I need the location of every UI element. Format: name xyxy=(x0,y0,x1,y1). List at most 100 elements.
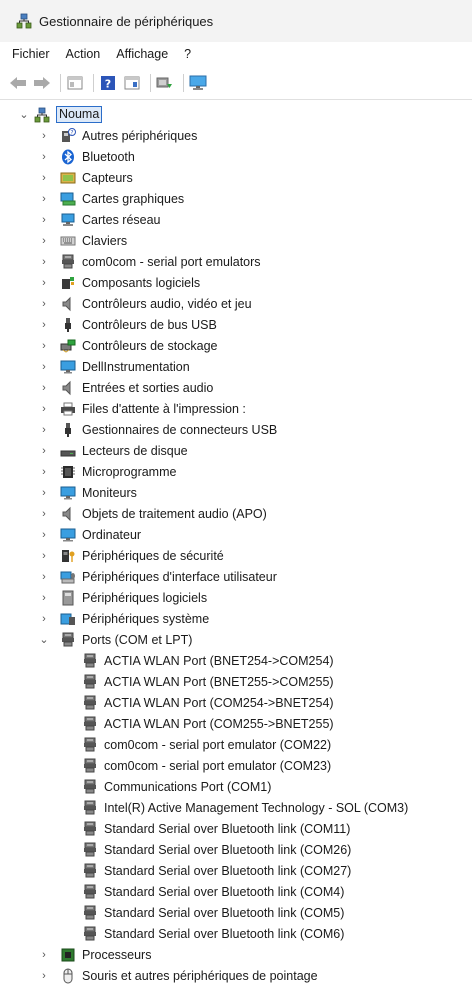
tree-category[interactable]: ⌄ Ports (COM et LPT) xyxy=(0,629,472,650)
tree-category[interactable]: › Objets de traitement audio (APO) xyxy=(0,503,472,524)
menu-action[interactable]: Action xyxy=(60,45,107,63)
disk-icon xyxy=(60,443,76,459)
tree-device-label: Standard Serial over Bluetooth link (COM… xyxy=(104,821,351,836)
back-icon[interactable] xyxy=(8,73,28,93)
tree-category[interactable]: › Cartes réseau xyxy=(0,209,472,230)
tree-category-label: Capteurs xyxy=(82,170,133,185)
tree-category[interactable]: › Périphériques de sécurité xyxy=(0,545,472,566)
chevron-right-icon[interactable]: › xyxy=(38,256,50,268)
tree-device[interactable]: ACTIA WLAN Port (BNET255->COM255) xyxy=(0,671,472,692)
scan-hardware-icon[interactable] xyxy=(188,73,208,93)
tree-device[interactable]: Standard Serial over Bluetooth link (COM… xyxy=(0,839,472,860)
tree-category[interactable]: › Bluetooth xyxy=(0,146,472,167)
tree-category[interactable]: › com0com - serial port emulators xyxy=(0,251,472,272)
tree-category[interactable]: › Moniteurs xyxy=(0,482,472,503)
tree-device-label: ACTIA WLAN Port (COM255->BNET255) xyxy=(104,716,334,731)
tree-category[interactable]: › Files d'attente à l'impression : xyxy=(0,398,472,419)
chevron-right-icon[interactable]: › xyxy=(38,571,50,583)
tree-root[interactable]: ⌄ Nouma xyxy=(0,104,472,125)
tree-device-label: Standard Serial over Bluetooth link (COM… xyxy=(104,863,352,878)
chevron-down-icon[interactable]: ⌄ xyxy=(18,109,30,121)
tree-category[interactable]: › Cartes graphiques xyxy=(0,188,472,209)
tree-device[interactable]: Standard Serial over Bluetooth link (COM… xyxy=(0,818,472,839)
chevron-right-icon[interactable]: › xyxy=(38,592,50,604)
chevron-right-icon[interactable]: › xyxy=(38,214,50,226)
chevron-right-icon[interactable]: › xyxy=(38,172,50,184)
chevron-right-icon[interactable]: › xyxy=(38,130,50,142)
chevron-right-icon[interactable]: › xyxy=(38,424,50,436)
tree-device[interactable]: Intel(R) Active Management Technology - … xyxy=(0,797,472,818)
help-icon[interactable]: ? xyxy=(98,73,118,93)
chevron-right-icon[interactable]: › xyxy=(38,529,50,541)
chevron-right-icon[interactable]: › xyxy=(38,235,50,247)
chevron-right-icon[interactable]: › xyxy=(38,970,50,982)
tree-device[interactable]: ACTIA WLAN Port (BNET254->COM254) xyxy=(0,650,472,671)
chevron-down-icon[interactable]: ⌄ xyxy=(38,634,50,646)
tree-category-label: Périphériques d'interface utilisateur xyxy=(82,569,277,584)
device-tree[interactable]: ⌄ Nouma ›? Autres périphériques › Bluetooth… xyxy=(0,104,472,986)
chevron-right-icon[interactable]: › xyxy=(38,382,50,394)
tree-category[interactable]: › Claviers xyxy=(0,230,472,251)
tree-category[interactable]: › Périphériques système xyxy=(0,608,472,629)
chevron-right-icon[interactable]: › xyxy=(38,487,50,499)
computer-icon xyxy=(34,107,50,123)
tree-category[interactable]: › Ordinateur xyxy=(0,524,472,545)
tree-category[interactable]: › Contrôleurs de stockage xyxy=(0,335,472,356)
speaker-icon xyxy=(60,380,76,396)
tree-device-label: Standard Serial over Bluetooth link (COM… xyxy=(104,926,345,941)
tree-device[interactable]: Standard Serial over Bluetooth link (COM… xyxy=(0,860,472,881)
chevron-right-icon[interactable]: › xyxy=(38,340,50,352)
port-icon xyxy=(82,926,98,942)
tree-category-label: Processeurs xyxy=(82,947,152,962)
tree-category[interactable]: › DellInstrumentation xyxy=(0,356,472,377)
tree-device[interactable]: Communications Port (COM1) xyxy=(0,776,472,797)
chevron-right-icon[interactable]: › xyxy=(38,151,50,163)
chevron-right-icon[interactable]: › xyxy=(38,298,50,310)
software-component-icon xyxy=(60,275,76,291)
chevron-right-icon[interactable]: › xyxy=(38,319,50,331)
menu-affichage[interactable]: Affichage xyxy=(110,45,174,63)
chevron-right-icon[interactable]: › xyxy=(38,613,50,625)
port-icon xyxy=(82,863,98,879)
printer-icon xyxy=(60,401,76,417)
tree-category[interactable]: › Souris et autres périphériques de point… xyxy=(0,965,472,986)
port-icon xyxy=(82,779,98,795)
tree-category[interactable]: › Entrées et sorties audio xyxy=(0,377,472,398)
menu-fichier[interactable]: Fichier xyxy=(6,45,56,63)
tree-device[interactable]: Standard Serial over Bluetooth link (COM… xyxy=(0,881,472,902)
tree-category[interactable]: ›? Autres périphériques xyxy=(0,125,472,146)
tree-device[interactable]: ACTIA WLAN Port (COM254->BNET254) xyxy=(0,692,472,713)
menu-help[interactable]: ? xyxy=(178,45,197,63)
chevron-right-icon[interactable]: › xyxy=(38,361,50,373)
properties-icon[interactable] xyxy=(65,73,85,93)
tree-category[interactable]: › Contrôleurs de bus USB xyxy=(0,314,472,335)
chevron-right-icon[interactable]: › xyxy=(38,445,50,457)
device-manager-icon xyxy=(16,13,32,29)
view-icon[interactable] xyxy=(122,73,142,93)
chevron-right-icon[interactable]: › xyxy=(38,193,50,205)
tree-category[interactable]: › Microprogramme xyxy=(0,461,472,482)
tree-category[interactable]: › Périphériques logiciels xyxy=(0,587,472,608)
chevron-right-icon[interactable]: › xyxy=(38,466,50,478)
chevron-right-icon[interactable]: › xyxy=(38,277,50,289)
tree-category[interactable]: › Périphériques d'interface utilisateur xyxy=(0,566,472,587)
tree-category[interactable]: › Processeurs xyxy=(0,944,472,965)
chevron-right-icon[interactable]: › xyxy=(38,403,50,415)
chevron-right-icon[interactable]: › xyxy=(38,550,50,562)
tree-category[interactable]: › Composants logiciels xyxy=(0,272,472,293)
tree-device[interactable]: Standard Serial over Bluetooth link (COM… xyxy=(0,923,472,944)
forward-icon[interactable] xyxy=(32,73,52,93)
software-device-icon xyxy=(60,590,76,606)
tree-device[interactable]: com0com - serial port emulator (COM23) xyxy=(0,755,472,776)
chevron-right-icon[interactable]: › xyxy=(38,949,50,961)
tree-device[interactable]: ACTIA WLAN Port (COM255->BNET255) xyxy=(0,713,472,734)
tree-category[interactable]: › Lecteurs de disque xyxy=(0,440,472,461)
tree-device[interactable]: com0com - serial port emulator (COM22) xyxy=(0,734,472,755)
tree-device[interactable]: Standard Serial over Bluetooth link (COM… xyxy=(0,902,472,923)
tree-category[interactable]: › Contrôleurs audio, vidéo et jeu xyxy=(0,293,472,314)
chevron-right-icon[interactable]: › xyxy=(38,508,50,520)
toolbar-separator xyxy=(150,73,151,92)
tree-category[interactable]: › Gestionnaires de connecteurs USB xyxy=(0,419,472,440)
tree-category[interactable]: › Capteurs xyxy=(0,167,472,188)
update-driver-icon[interactable] xyxy=(155,73,175,93)
